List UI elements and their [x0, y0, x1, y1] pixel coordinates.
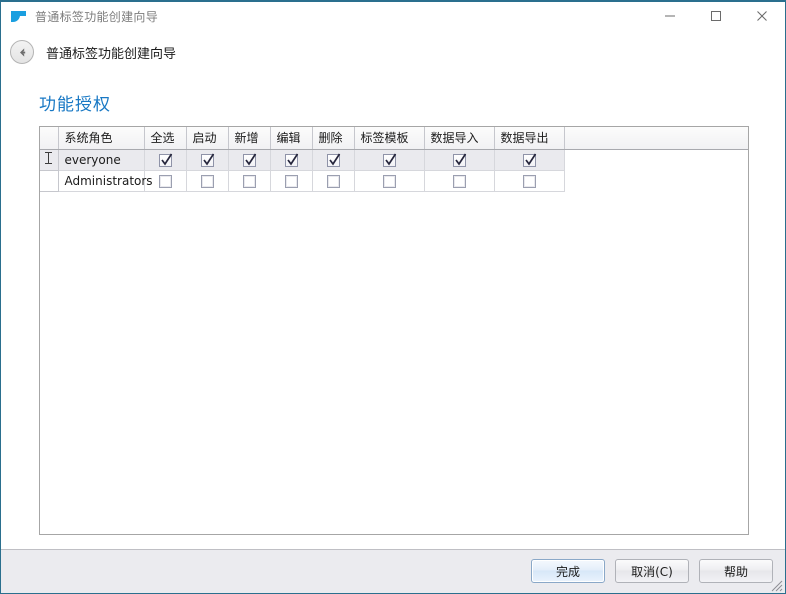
- column-header-role[interactable]: 系统角色: [58, 127, 145, 150]
- checkbox-unchecked-icon[interactable]: [326, 174, 340, 188]
- table-row[interactable]: Administrators: [40, 170, 748, 192]
- checkbox-unchecked-icon[interactable]: [382, 174, 396, 188]
- checkbox-checked-icon[interactable]: [200, 153, 214, 167]
- wizard-window: 普通标签功能创建向导 普通标签功能创建向导 功能授权 系统角色 全选 启动 新增…: [0, 0, 786, 594]
- column-header-data-import[interactable]: 数据导入: [424, 127, 495, 150]
- window-title: 普通标签功能创建向导: [35, 9, 159, 24]
- checkbox-cell-edit[interactable]: [270, 149, 313, 171]
- checkbox-cell-label-template[interactable]: [354, 149, 425, 171]
- footer-button-group: 完成 取消(C) 帮助: [531, 559, 773, 583]
- dialog-footer: 完成 取消(C) 帮助: [1, 549, 785, 593]
- table-row[interactable]: everyone: [40, 149, 748, 171]
- row-filler-cell: [564, 149, 748, 170]
- checkbox-checked-icon[interactable]: [284, 153, 298, 167]
- column-header-add[interactable]: 新增: [228, 127, 271, 150]
- checkbox-cell-select-all[interactable]: [144, 149, 187, 171]
- back-arrow-icon[interactable]: [10, 40, 34, 64]
- checkbox-unchecked-icon[interactable]: [158, 174, 172, 188]
- role-name-cell[interactable]: everyone: [58, 149, 145, 171]
- window-controls: [647, 2, 785, 30]
- checkbox-checked-icon[interactable]: [452, 153, 466, 167]
- checkbox-cell-add[interactable]: [228, 170, 271, 192]
- checkbox-checked-icon[interactable]: [522, 153, 536, 167]
- page-title: 功能授权: [39, 95, 111, 115]
- title-bar[interactable]: 普通标签功能创建向导: [1, 2, 785, 30]
- checkbox-cell-edit[interactable]: [270, 170, 313, 192]
- minimize-icon[interactable]: [647, 2, 693, 30]
- checkbox-unchecked-icon[interactable]: [284, 174, 298, 188]
- column-header-data-export[interactable]: 数据导出: [494, 127, 565, 150]
- column-header-edit[interactable]: 编辑: [270, 127, 313, 150]
- checkbox-cell-data-export[interactable]: [494, 149, 565, 171]
- flag-icon: [11, 8, 27, 24]
- grid-header-row: 系统角色 全选 启动 新增 编辑 删除 标签模板 数据导入 数据导出: [40, 127, 748, 150]
- checkbox-cell-data-export[interactable]: [494, 170, 565, 192]
- column-header-label-template[interactable]: 标签模板: [354, 127, 425, 150]
- role-name-cell[interactable]: Administrators: [58, 170, 153, 192]
- permissions-grid[interactable]: 系统角色 全选 启动 新增 编辑 删除 标签模板 数据导入 数据导出 every…: [40, 127, 748, 192]
- grid-body: everyone Administrators: [40, 149, 748, 192]
- close-icon[interactable]: [739, 2, 785, 30]
- checkbox-cell-delete[interactable]: [312, 170, 355, 192]
- checkbox-checked-icon[interactable]: [382, 153, 396, 167]
- grid-header: 系统角色 全选 启动 新增 编辑 删除 标签模板 数据导入 数据导出: [40, 127, 748, 150]
- checkbox-unchecked-icon[interactable]: [522, 174, 536, 188]
- row-header-cell[interactable]: [40, 170, 59, 192]
- column-header-delete[interactable]: 删除: [312, 127, 355, 150]
- checkbox-checked-icon[interactable]: [326, 153, 340, 167]
- checkbox-cell-label-template[interactable]: [354, 170, 425, 192]
- nav-row: 普通标签功能创建向导: [1, 32, 785, 72]
- checkbox-cell-data-import[interactable]: [424, 149, 495, 171]
- checkbox-unchecked-icon[interactable]: [452, 174, 466, 188]
- row-header-cell[interactable]: [40, 149, 59, 171]
- checkbox-cell-launch[interactable]: [186, 149, 229, 171]
- cancel-button[interactable]: 取消(C): [615, 559, 689, 583]
- ibeam-cursor: [45, 152, 53, 164]
- grid-corner-cell: [40, 127, 59, 150]
- checkbox-checked-icon[interactable]: [242, 153, 256, 167]
- checkbox-unchecked-icon[interactable]: [200, 174, 214, 188]
- checkbox-cell-delete[interactable]: [312, 149, 355, 171]
- row-filler-cell: [564, 170, 748, 191]
- column-header-select-all[interactable]: 全选: [144, 127, 187, 150]
- checkbox-cell-data-import[interactable]: [424, 170, 495, 192]
- column-header-launch[interactable]: 启动: [186, 127, 229, 150]
- checkbox-cell-add[interactable]: [228, 149, 271, 171]
- nav-title: 普通标签功能创建向导: [46, 46, 177, 62]
- checkbox-unchecked-icon[interactable]: [242, 174, 256, 188]
- finish-button[interactable]: 完成: [531, 559, 605, 583]
- resize-grip-icon[interactable]: [769, 577, 783, 592]
- checkbox-cell-launch[interactable]: [186, 170, 229, 192]
- content-panel: 系统角色 全选 启动 新增 编辑 删除 标签模板 数据导入 数据导出 every…: [39, 126, 749, 535]
- column-header-filler: [564, 127, 748, 150]
- maximize-icon[interactable]: [693, 2, 739, 30]
- help-button[interactable]: 帮助: [699, 559, 773, 583]
- checkbox-checked-icon[interactable]: [158, 153, 172, 167]
